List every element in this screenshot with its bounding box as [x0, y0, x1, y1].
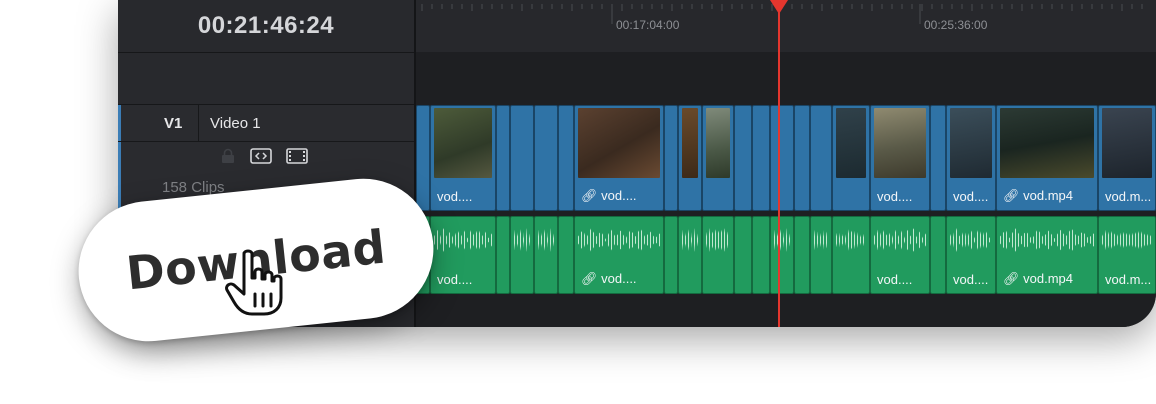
audio-clip[interactable]: [558, 216, 574, 294]
audio-waveform: [538, 228, 554, 252]
audio-clip[interactable]: [664, 216, 678, 294]
film-strip-icon[interactable]: [286, 148, 308, 164]
lock-icon[interactable]: [220, 148, 236, 164]
video-clip[interactable]: [794, 105, 810, 211]
clip-name: 🔗︎ vod.mp4: [1003, 271, 1074, 286]
track-header-divider: [118, 141, 414, 142]
video-clip[interactable]: [810, 105, 832, 211]
playhead[interactable]: [778, 0, 780, 327]
video-clip[interactable]: vod....: [870, 105, 930, 211]
clip-name: 🔗︎ vod.mp4: [1003, 188, 1074, 203]
clip-name: vod....: [953, 272, 989, 287]
ruler-timecode: 00:25:36:00: [924, 18, 988, 32]
audio-clip[interactable]: [770, 216, 794, 294]
audio-waveform: [514, 228, 530, 252]
video-clip[interactable]: [416, 105, 430, 211]
audio-waveform: [1000, 228, 1094, 252]
clip-name: vod....: [877, 189, 913, 204]
audio-clip[interactable]: [702, 216, 734, 294]
track-header-divider: [198, 105, 199, 141]
audio-waveform: [434, 228, 492, 252]
track-name[interactable]: Video 1: [210, 115, 261, 132]
pointer-hand-icon: [225, 249, 283, 316]
audio-clip[interactable]: vod.m...: [1098, 216, 1156, 294]
audio-waveform: [814, 228, 828, 252]
video-clip[interactable]: vod.m...: [1098, 105, 1156, 211]
audio-clip[interactable]: [678, 216, 702, 294]
audio-clip[interactable]: 🔗︎ vod....: [574, 216, 664, 294]
link-icon: 🔗︎: [1003, 271, 1020, 286]
video-clip[interactable]: [664, 105, 678, 211]
audio-clip[interactable]: vod....: [870, 216, 930, 294]
clip-name: vod.m...: [1105, 189, 1152, 204]
audio-clip[interactable]: [496, 216, 510, 294]
audio-waveform: [950, 228, 992, 252]
auto-select-icon[interactable]: [250, 148, 272, 164]
video-clip[interactable]: vod....: [946, 105, 996, 211]
audio-clip[interactable]: 🔗︎ vod.mp4: [996, 216, 1098, 294]
video-clip[interactable]: [496, 105, 510, 211]
video-clip[interactable]: [930, 105, 946, 211]
audio-clip[interactable]: [794, 216, 810, 294]
audio-waveform: [874, 228, 926, 252]
audio-waveform: [578, 228, 660, 252]
audio-clip[interactable]: [752, 216, 770, 294]
video-clip[interactable]: [678, 105, 702, 211]
audio-clip[interactable]: [810, 216, 832, 294]
audio-clip[interactable]: [534, 216, 558, 294]
track-selected-indicator: [118, 105, 121, 215]
audio-clip[interactable]: vod....: [946, 216, 996, 294]
audio-clip[interactable]: [734, 216, 752, 294]
video-clip[interactable]: [752, 105, 770, 211]
clip-name: 🔗︎ vod....: [581, 271, 637, 286]
video-clip[interactable]: [734, 105, 752, 211]
playhead-handle[interactable]: [770, 0, 788, 14]
audio-clip[interactable]: [510, 216, 534, 294]
video-clip[interactable]: [558, 105, 574, 211]
track-id: V1: [164, 115, 183, 132]
clip-name: vod....: [877, 272, 913, 287]
audio-waveform: [682, 228, 698, 252]
audio-clip[interactable]: [832, 216, 870, 294]
video-clip[interactable]: [534, 105, 558, 211]
timecode-display: 00:21:46:24: [118, 0, 414, 53]
video-clip[interactable]: [702, 105, 734, 211]
video-clip[interactable]: [510, 105, 534, 211]
audio-waveform: [706, 228, 730, 252]
ruler-timecode: 00:17:04:00: [616, 18, 680, 32]
audio-clip[interactable]: [930, 216, 946, 294]
link-icon: 🔗︎: [581, 188, 598, 203]
video-clip[interactable]: 🔗︎ vod.mp4: [996, 105, 1098, 211]
audio-waveform: [836, 228, 866, 252]
clip-name: vod....: [437, 189, 473, 204]
video-clip[interactable]: [770, 105, 794, 211]
video-clip[interactable]: 🔗︎ vod....: [574, 105, 664, 211]
link-icon: 🔗︎: [1003, 188, 1020, 203]
clip-name: vod.m...: [1105, 272, 1152, 287]
clip-name: 🔗︎ vod....: [581, 188, 637, 203]
audio-waveform: [1102, 228, 1152, 252]
clip-name: vod....: [953, 189, 989, 204]
link-icon: 🔗︎: [581, 271, 598, 286]
video-clip[interactable]: [832, 105, 870, 211]
audio-waveform: [774, 228, 790, 252]
clip-name: vod....: [437, 272, 473, 287]
audio-clip[interactable]: vod....: [430, 216, 496, 294]
video-clip[interactable]: vod....: [430, 105, 496, 211]
